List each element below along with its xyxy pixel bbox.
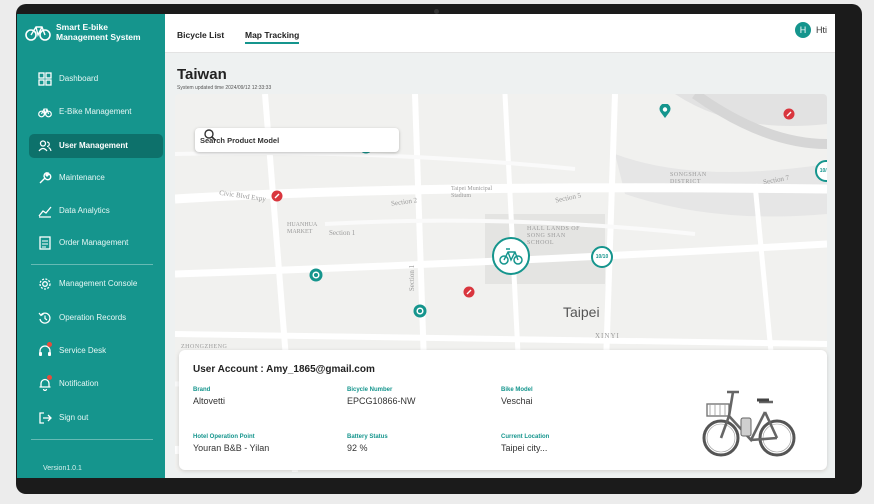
alert-location-pin[interactable] xyxy=(463,286,475,298)
sidebar-item-management-console[interactable]: Management Console xyxy=(17,272,165,296)
alert-location-pin[interactable] xyxy=(783,108,795,120)
cluster-pin[interactable]: 10/10 xyxy=(591,246,613,268)
users-icon xyxy=(38,140,52,152)
field-label-current-location: Current Location xyxy=(501,434,550,440)
avatar: H xyxy=(795,22,811,38)
sidebar-item-label: Order Management xyxy=(59,238,129,247)
brand-name: Smart E-bike Management System xyxy=(56,22,141,42)
user-menu[interactable]: H Hti xyxy=(795,22,827,38)
field-value-bicycle-number: EPCG10866-NW xyxy=(347,396,416,406)
records-icon xyxy=(38,312,51,324)
sidebar-item-operation-records[interactable]: Operation Records xyxy=(17,306,165,330)
brand-line-1: Smart E-bike xyxy=(56,22,108,32)
sidebar-item-label: Dashboard xyxy=(59,74,99,83)
field-value-battery-status: 92 % xyxy=(347,443,368,453)
field-label-hotel-operation-point: Hotel Operation Point xyxy=(193,434,255,440)
user-name: Hti xyxy=(816,25,827,35)
page-title: Taiwan xyxy=(177,66,227,83)
field-label-bicycle-number: Bicycle Number xyxy=(347,387,393,393)
sidebar-item-ebike-management[interactable]: E-Bike Management xyxy=(17,100,165,124)
sidebar-divider xyxy=(31,264,153,265)
grid-icon xyxy=(38,72,52,86)
map-label: Taipei Municipal Stadium xyxy=(451,186,493,199)
ebike-image xyxy=(702,390,796,457)
map-label: SONGSHAN DISTRICT xyxy=(670,172,707,185)
app-screen: Smart E-bike Management System Dashboard… xyxy=(17,14,835,478)
bicycle-logo-icon xyxy=(25,26,51,41)
top-bar: Bicycle List Map Tracking H Hti xyxy=(165,14,835,53)
field-value-brand: Altovetti xyxy=(193,396,226,406)
field-label-bike-model: Bike Model xyxy=(501,387,533,393)
bicycle-icon xyxy=(38,108,52,118)
bike-location-pin[interactable] xyxy=(413,304,427,318)
sidebar-item-sign-out[interactable]: Sign out xyxy=(17,406,165,430)
sidebar-item-label: E-Bike Management xyxy=(59,107,132,116)
map-label: HALL LANDS OF SONG SHAN SCHOOL xyxy=(527,226,580,246)
sidebar-item-label: Service Desk xyxy=(59,346,107,355)
bike-location-pin[interactable] xyxy=(309,268,323,282)
field-value-bike-model: Veschai xyxy=(501,396,533,406)
version-label: Version1.0.1 xyxy=(43,465,82,472)
main-content: Bicycle List Map Tracking H Hti Taiwan S… xyxy=(165,14,835,478)
sidebar-item-label: User Management xyxy=(59,141,128,150)
wrench-icon xyxy=(39,172,52,184)
alert-location-pin[interactable] xyxy=(271,190,283,202)
bike-location-pin[interactable] xyxy=(659,104,671,118)
search-box[interactable]: Search Product Model xyxy=(195,128,399,152)
field-value-hotel-operation-point: Youran B&B - Yilan xyxy=(193,443,270,453)
field-value-current-location: Taipei city... xyxy=(501,443,548,453)
sidebar-item-order-management[interactable]: Order Management xyxy=(17,231,165,255)
page-subtitle: System updated time 2024/09/12 12:33:33 xyxy=(177,85,272,91)
map-label: XINYI xyxy=(595,332,620,340)
sidebar-item-label: Management Console xyxy=(59,279,138,288)
sidebar: Smart E-bike Management System Dashboard… xyxy=(17,14,165,478)
sidebar-item-service-desk[interactable]: Service Desk xyxy=(17,339,165,363)
sidebar-item-label: Operation Records xyxy=(59,313,127,322)
sidebar-divider xyxy=(31,439,153,440)
map-label: HUANHUA MARKET xyxy=(287,222,317,235)
brand[interactable]: Smart E-bike Management System xyxy=(25,22,141,42)
sidebar-item-data-analytics[interactable]: Data Analytics xyxy=(17,199,165,223)
brand-line-2: Management System xyxy=(56,32,141,42)
sidebar-item-label: Sign out xyxy=(59,413,89,422)
field-label-battery-status: Battery Status xyxy=(347,434,388,440)
sidebar-item-label: Notification xyxy=(59,379,99,388)
bike-info-card: User Account : Amy_1865@gmail.com Brand … xyxy=(179,350,827,470)
map-label: Section 1 xyxy=(408,264,417,292)
notification-dot xyxy=(47,375,52,380)
signout-icon xyxy=(39,412,52,424)
tab-map-tracking[interactable]: Map Tracking xyxy=(245,30,300,44)
sidebar-item-label: Maintenance xyxy=(59,173,105,182)
selected-bike-marker[interactable] xyxy=(491,236,531,276)
sidebar-item-user-management[interactable]: User Management xyxy=(29,134,163,158)
notification-dot xyxy=(47,342,52,347)
sidebar-item-dashboard[interactable]: Dashboard xyxy=(17,67,165,91)
document-icon xyxy=(39,236,51,250)
user-account-label: User Account : Amy_1865@gmail.com xyxy=(193,364,375,375)
sidebar-item-maintenance[interactable]: Maintenance xyxy=(17,166,165,190)
sidebar-item-notification[interactable]: Notification xyxy=(17,372,165,396)
chart-icon xyxy=(38,206,52,218)
map-city-label: Taipei xyxy=(563,304,600,320)
gear-icon xyxy=(39,278,51,290)
field-label-brand: Brand xyxy=(193,387,211,393)
tab-bicycle-list[interactable]: Bicycle List xyxy=(177,30,224,40)
sidebar-item-label: Data Analytics xyxy=(59,206,110,215)
search-icon xyxy=(204,129,217,142)
map-label: Section 1 xyxy=(329,229,356,237)
